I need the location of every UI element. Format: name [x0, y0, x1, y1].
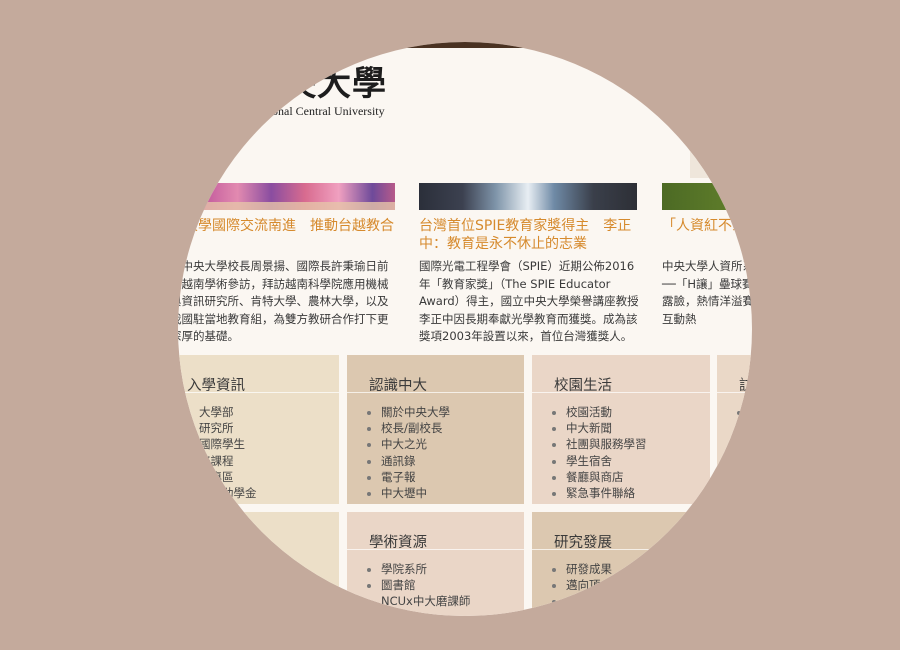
section-research: 研究發展 研發成果 邁向頂尖 …	[532, 512, 710, 616]
section-link[interactable]: 中大之光	[381, 436, 450, 452]
news-image-3[interactable]	[662, 183, 752, 210]
section-link[interactable]: 校園活動	[566, 404, 647, 420]
news-image-2[interactable]	[419, 183, 637, 210]
section-link[interactable]: 餐廳與商店	[566, 469, 647, 485]
news-summary-3: 中央大學人資所系列活動──「H讓」壘球賽暨園遊光露臉，熱情洋溢賽況激烈，互動熱	[662, 259, 752, 326]
section-visitors: 訪	[717, 355, 752, 504]
section-link[interactable]: 及獎助學金	[199, 485, 257, 501]
university-logo-chinese[interactable]: 央大學	[282, 56, 387, 105]
section-divider	[717, 392, 752, 393]
section-academic-resources: 學術資源 學院系所 圖書館 NCUx中大磨課師 …	[347, 512, 524, 616]
section-link[interactable]: 研發成果	[566, 561, 612, 577]
news-title-3[interactable]: 「人資紅不家歡	[662, 217, 752, 235]
section-unlabeled	[178, 512, 339, 616]
section-link[interactable]: …	[566, 593, 612, 609]
section-link[interactable]: 校長/副校長	[381, 420, 450, 436]
section-divider	[347, 392, 524, 393]
section-link-list: 校園活動 中大新聞 社團與服務學習 學生宿舍 餐廳與商店 緊急事件聯絡	[554, 404, 647, 501]
section-campus-life: 校園生活 校園活動 中大新聞 社團與服務學習 學生宿舍 餐廳與商店 緊急事件聯絡	[532, 355, 710, 504]
section-link[interactable]: 大學部	[199, 404, 257, 420]
section-link[interactable]: 修課程	[199, 453, 257, 469]
section-link[interactable]: 電子報	[381, 469, 450, 485]
section-link[interactable]: 學生宿舍	[566, 453, 647, 469]
section-link[interactable]: 邁向頂尖	[566, 577, 612, 593]
section-extra	[717, 512, 752, 616]
news-summary-2: 國際光電工程學會（SPIE）近期公佈2016年「教育家獎」（The SPIE E…	[419, 259, 639, 343]
university-logo-english[interactable]: ational Central University	[260, 104, 385, 119]
section-link-list: 研發成果 邁向頂尖 …	[554, 561, 612, 610]
section-link-list: 大學部 研究所 國際學生 修課程 生專區 及獎助學金	[187, 404, 257, 501]
news-title-1[interactable]: 央大學國際交流南進 推動台越教合作	[178, 217, 400, 253]
section-divider	[178, 392, 339, 393]
section-admissions: 入學資訊 大學部 研究所 國際學生 修課程 生專區 及獎助學金	[178, 355, 339, 504]
top-nav-bar	[400, 42, 600, 48]
news-summary-1: 立中央大學校長周景揚、國際長許秉瑜日前赴越南學術參訪，拜訪越南科學院應用機械與資…	[178, 259, 389, 343]
section-link[interactable]: 研究所	[199, 420, 257, 436]
section-link[interactable]: 學院系所	[381, 561, 470, 577]
section-link[interactable]: NCUx中大磨課師	[381, 593, 470, 609]
section-link-list	[739, 404, 751, 420]
section-link[interactable]: 中大壢中	[381, 485, 450, 501]
section-divider	[347, 549, 524, 550]
header-strip	[690, 150, 752, 178]
section-link[interactable]: 生專區	[199, 469, 257, 485]
section-link[interactable]: 通訊錄	[381, 453, 450, 469]
section-divider	[532, 392, 710, 393]
news-title-2[interactable]: 台灣首位SPIE教育家獎得主 李正中：教育是永不休止的志業	[419, 217, 639, 253]
section-link[interactable]: …	[381, 610, 470, 616]
news-image-1[interactable]	[178, 183, 395, 210]
section-link[interactable]: 國際學生	[199, 436, 257, 452]
section-link[interactable]: 關於中央大學	[381, 404, 450, 420]
section-link[interactable]: 圖書館	[381, 577, 470, 593]
magnifier-lens: 央大學 ational Central University 央大學國際交流南進…	[178, 42, 752, 616]
section-link[interactable]: 緊急事件聯絡	[566, 485, 647, 501]
section-link[interactable]: 社團與服務學習	[566, 436, 647, 452]
section-link[interactable]: 中大新聞	[566, 420, 647, 436]
section-link-list: 關於中央大學 校長/副校長 中大之光 通訊錄 電子報 中大壢中	[369, 404, 450, 501]
section-link-list: 學院系所 圖書館 NCUx中大磨課師 …	[369, 561, 470, 616]
section-about-ncu: 認識中大 關於中央大學 校長/副校長 中大之光 通訊錄 電子報 中大壢中	[347, 355, 524, 504]
section-divider	[532, 549, 710, 550]
